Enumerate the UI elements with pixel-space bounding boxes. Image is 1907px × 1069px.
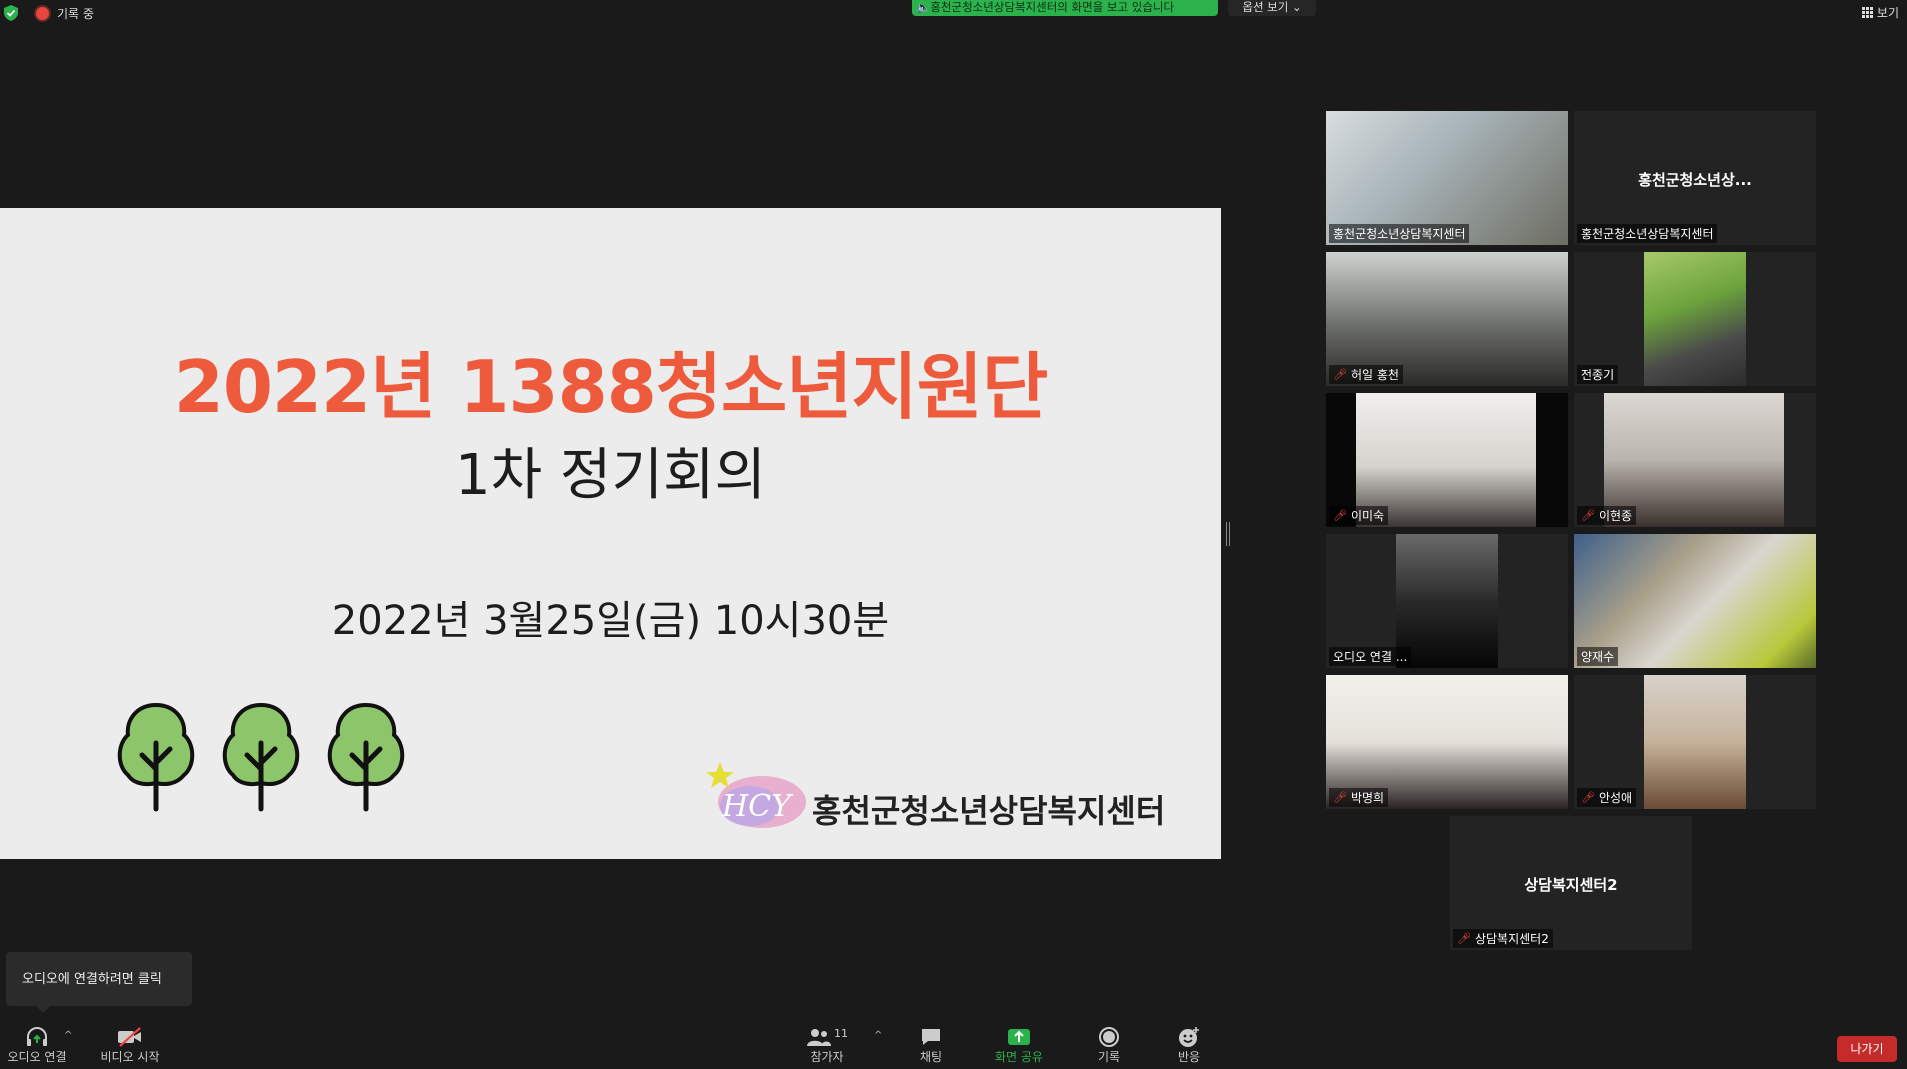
share-screen-icon xyxy=(1008,1029,1030,1045)
chat-icon xyxy=(922,1029,940,1045)
participants-icon xyxy=(807,1029,831,1046)
chat-label: 채팅 xyxy=(919,1050,943,1064)
recording-label: 기록 중 xyxy=(57,7,94,21)
reactions-button[interactable]: 반응 xyxy=(1164,1026,1214,1065)
shield-icon[interactable] xyxy=(4,5,18,21)
record-label: 기록 xyxy=(1097,1050,1121,1064)
record-icon xyxy=(1099,1027,1119,1047)
participant-tile[interactable]: 🎤︎ 이미숙 xyxy=(1326,393,1568,527)
participants-button[interactable]: 11 참가자 xyxy=(800,1026,854,1065)
audio-connect-tooltip: 오디오에 연결하려면 클릭 xyxy=(6,952,192,1013)
participant-name: 🎤︎ 허일 홍천 xyxy=(1329,365,1403,384)
view-button[interactable]: 보기 xyxy=(1861,4,1899,21)
share-screen-label: 화면 공유 xyxy=(995,1050,1043,1064)
view-label: 보기 xyxy=(1876,6,1899,20)
participant-display-name: 상담복지센터2 xyxy=(1524,876,1618,894)
participant-tile[interactable]: 🎤︎ 박명희 xyxy=(1326,675,1568,809)
slide-date: 2022년 3월25일(금) 10시30분 xyxy=(331,598,890,644)
participant-name: 🎤︎ 이미숙 xyxy=(1329,506,1389,525)
video-feed xyxy=(1644,252,1746,386)
start-video-label: 비디오 시작 xyxy=(100,1050,160,1064)
tree-icon xyxy=(117,703,195,812)
shared-screen-slide: 2022년 1388청소년지원단 1차 정기회의 2022년 3월25일(금) … xyxy=(0,208,1221,859)
resize-handle[interactable] xyxy=(1226,522,1230,546)
participant-tile[interactable]: 홍천군청소년상... 홍천군청소년상담복지센터 xyxy=(1574,111,1816,245)
mic-muted-icon: 🎤︎ xyxy=(1333,368,1347,381)
top-bar: 기록 중 🔈홍천군청소년상담복지센터의 화면을 보고 있습니다 옵션 보기 ⌄ … xyxy=(0,0,1907,26)
mic-muted-icon: 🎤︎ xyxy=(1457,932,1471,945)
start-video-button[interactable]: 비디오 시작 xyxy=(94,1026,166,1065)
speaker-icon: 🔈 xyxy=(916,0,931,14)
participant-display-name: 홍천군청소년상... xyxy=(1638,171,1752,189)
reactions-label: 반응 xyxy=(1177,1050,1201,1064)
participant-name: 오디오 연결 ... xyxy=(1329,647,1412,666)
video-off-icon xyxy=(118,1027,141,1047)
audio-connect-label: 오디오 연결 xyxy=(7,1050,67,1064)
organization-name: 홍천군청소년상담복지센터 xyxy=(812,792,1166,830)
record-button[interactable]: 기록 xyxy=(1084,1026,1134,1065)
mic-muted-icon: 🎤︎ xyxy=(1333,509,1347,522)
participant-name: 🎤︎ 박명희 xyxy=(1329,788,1389,807)
participant-tile[interactable]: 🎤︎ 이현종 xyxy=(1574,393,1816,527)
video-feed xyxy=(1396,534,1498,668)
participant-name: 홍천군청소년상담복지센터 xyxy=(1577,224,1718,243)
leave-meeting-button[interactable]: 나가기 xyxy=(1837,1036,1897,1062)
participant-name: 홍천군청소년상담복지센터 xyxy=(1329,224,1470,243)
meeting-toolbar: 오디오 연결 ^ 비디오 시작 11 참가자 ^ 채팅 화면 공유 기록 반응 … xyxy=(0,1022,1907,1069)
slide-title: 2022년 1388청소년지원단 xyxy=(173,345,1049,429)
participant-tile[interactable]: 🎤︎ 안성애 xyxy=(1574,675,1816,809)
participant-tile[interactable]: 양재수 xyxy=(1574,534,1816,668)
participant-name: 🎤︎ 상담복지센터2 xyxy=(1453,929,1553,948)
headphone-icon xyxy=(27,1027,47,1046)
view-options-button[interactable]: 옵션 보기 ⌄ xyxy=(1228,0,1316,16)
hcy-logo: HCY xyxy=(706,762,806,828)
participant-tile[interactable]: 전종기 xyxy=(1574,252,1816,386)
participant-tile[interactable]: 🎤︎ 허일 홍천 xyxy=(1326,252,1568,386)
participants-count: 11 xyxy=(834,1026,848,1040)
svg-text:HCY: HCY xyxy=(721,789,794,824)
participants-options-caret-icon[interactable]: ^ xyxy=(874,1030,882,1041)
audio-options-caret-icon[interactable]: ^ xyxy=(64,1030,72,1041)
mic-muted-icon: 🎤︎ xyxy=(1581,791,1595,804)
reaction-emoji-icon xyxy=(1179,1027,1199,1047)
participants-label: 참가자 xyxy=(810,1050,844,1064)
tree-icons xyxy=(117,703,405,812)
participant-tile[interactable]: 오디오 연결 ... xyxy=(1326,534,1568,668)
slide-subtitle: 1차 정기회의 xyxy=(454,443,767,508)
participant-tile[interactable]: 상담복지센터2 🎤︎ 상담복지센터2 xyxy=(1450,816,1692,950)
mic-muted-icon: 🎤︎ xyxy=(1333,791,1347,804)
screen-share-banner: 🔈홍천군청소년상담복지센터의 화면을 보고 있습니다 xyxy=(912,0,1218,16)
participant-name: 양재수 xyxy=(1577,647,1619,666)
mic-muted-icon: 🎤︎ xyxy=(1581,509,1595,522)
tree-icon xyxy=(222,703,300,812)
tree-icon xyxy=(327,703,405,812)
participant-tile-host[interactable]: 홍천군청소년상담복지센터 xyxy=(1326,111,1568,245)
video-feed xyxy=(1644,675,1746,809)
gallery-grid-icon xyxy=(1861,7,1873,18)
share-screen-button[interactable]: 화면 공유 xyxy=(986,1026,1052,1065)
participant-name: 전종기 xyxy=(1577,365,1619,384)
participant-name: 🎤︎ 안성애 xyxy=(1577,788,1637,807)
audio-connect-button[interactable]: 오디오 연결 xyxy=(0,1026,74,1065)
share-banner-text: 홍천군청소년상담복지센터의 화면을 보고 있습니다 xyxy=(930,0,1175,14)
recording-icon[interactable] xyxy=(36,7,49,20)
participant-name: 🎤︎ 이현종 xyxy=(1577,506,1637,525)
chat-button[interactable]: 채팅 xyxy=(906,1026,956,1065)
